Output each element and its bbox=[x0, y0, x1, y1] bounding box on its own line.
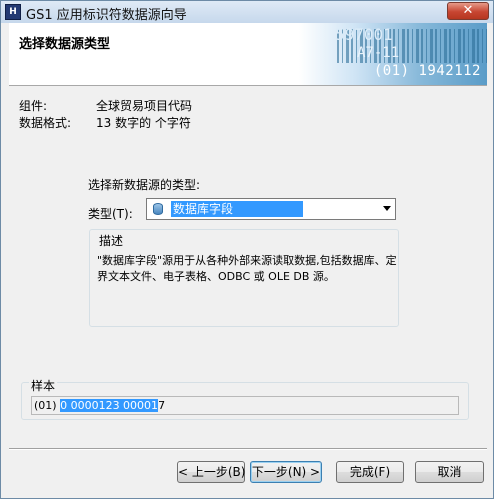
sample-suffix: 7 bbox=[158, 399, 166, 412]
window-title: GS1 应用标识符数据源向导 bbox=[26, 8, 187, 23]
format-value: 13 数字的 个字符 bbox=[96, 116, 191, 130]
chevron-down-icon[interactable] bbox=[383, 206, 391, 211]
page-title: 选择数据源类型 bbox=[19, 37, 111, 52]
next-button[interactable]: 下一步(N) > bbox=[250, 461, 322, 483]
cancel-button[interactable]: 取消 bbox=[415, 461, 484, 483]
sample-selected-text: 0 0000123 00001 bbox=[60, 399, 159, 412]
close-icon: ✕ bbox=[462, 3, 474, 18]
type-select-value: 数据库字段 bbox=[171, 201, 304, 217]
banner-number: (01) 1942112 bbox=[373, 63, 481, 79]
component-label: 组件: bbox=[19, 99, 48, 113]
database-icon bbox=[153, 203, 163, 215]
barcode-banner: 597001 A7-11 (01) 1942112 bbox=[299, 23, 487, 85]
wizard-window: H GS1 应用标识符数据源向导 ✕ 选择数据源类型 597001 A7-11 … bbox=[0, 0, 494, 499]
description-title: 描述 bbox=[97, 232, 126, 249]
description-text: "数据库字段"源用于从各种外部来源读取数据,包括数据库、定界文本文件、电子表格、… bbox=[97, 254, 397, 283]
sample-prefix: (01) bbox=[34, 399, 61, 412]
format-label: 数据格式: bbox=[19, 116, 72, 130]
type-select[interactable]: 数据库字段 bbox=[146, 198, 396, 220]
footer-separator bbox=[9, 448, 487, 450]
banner-faint-text-top: 597001 bbox=[335, 25, 393, 44]
finish-button[interactable]: 完成(F) bbox=[336, 461, 404, 483]
sample-field[interactable]: (01) 0 0000123 000017 bbox=[31, 396, 459, 415]
type-label: 类型(T): bbox=[88, 207, 133, 221]
title-bar[interactable]: H GS1 应用标识符数据源向导 ✕ bbox=[1, 1, 493, 23]
banner-faint-text-mid: A7-11 bbox=[357, 45, 400, 61]
wizard-header: 选择数据源类型 597001 A7-11 (01) 1942112 bbox=[9, 23, 487, 86]
app-icon: H bbox=[5, 4, 21, 20]
source-prompt: 选择新数据源的类型: bbox=[88, 178, 201, 192]
sample-title: 样本 bbox=[29, 377, 58, 394]
component-value: 全球贸易项目代码 bbox=[96, 99, 193, 113]
close-button[interactable]: ✕ bbox=[447, 2, 489, 20]
back-button[interactable]: < 上一步(B) bbox=[177, 461, 245, 483]
